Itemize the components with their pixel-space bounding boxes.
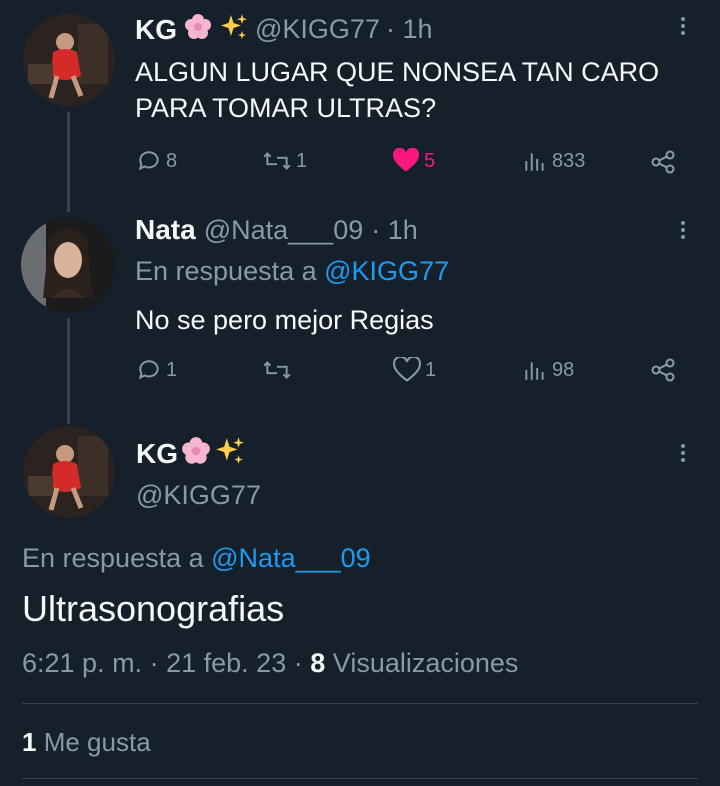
share-button[interactable]	[649, 356, 677, 384]
reply-to-link[interactable]: @KIGG77	[324, 256, 449, 286]
separator-dot: ·	[149, 648, 159, 678]
avatar-image	[23, 426, 115, 518]
reply-count: 8	[166, 149, 178, 172]
like-count: 1	[425, 358, 437, 381]
reply-icon	[138, 360, 159, 380]
reply-prefix: En respuesta a	[135, 256, 317, 286]
analytics-icon	[525, 153, 544, 171]
reply-button[interactable]: 1	[136, 357, 177, 383]
views-label: Visualizaciones	[332, 648, 519, 678]
avatar-kigg77[interactable]	[23, 426, 115, 518]
views-count: 8	[310, 648, 326, 678]
sparkles-emoji-icon	[214, 435, 246, 472]
share-icon	[651, 358, 675, 382]
like-button[interactable]: 1	[393, 357, 436, 383]
thread-line-2	[67, 318, 70, 424]
share-button[interactable]	[649, 148, 677, 176]
tweet-1-text: ALGUN LUGAR QUE NONSEA TAN CARO PARA TOM…	[135, 57, 660, 123]
likes-label: Me gusta	[43, 727, 151, 757]
like-button[interactable]: 5	[392, 148, 435, 174]
separator-dot: ·	[293, 648, 303, 678]
like-count: 5	[424, 149, 436, 172]
retweet-count: 1	[296, 149, 308, 172]
more-options-icon[interactable]	[680, 441, 686, 465]
retweet-button[interactable]	[262, 357, 296, 383]
avatar-nata[interactable]	[21, 218, 115, 312]
tweet-1-author-name[interactable]: KG	[135, 14, 177, 46]
avatar-kigg77[interactable]	[23, 14, 115, 106]
analytics-icon	[525, 362, 544, 380]
main-tweet-text: Ultrasonografias	[22, 588, 285, 629]
tweet-1-handle[interactable]: @KIGG77	[255, 14, 380, 45]
views-button[interactable]: 98	[522, 357, 574, 383]
thread-line-1	[67, 112, 70, 212]
likes-summary-link[interactable]: 1 Me gusta	[22, 727, 151, 758]
blossom-emoji-icon	[180, 435, 212, 472]
share-icon	[651, 150, 675, 174]
likes-count: 1	[22, 727, 37, 757]
views-count: 833	[552, 149, 586, 172]
views-count: 98	[552, 358, 575, 381]
tweet-1-time[interactable]: · 1h	[386, 14, 433, 45]
tweet-date[interactable]: 21 feb. 23	[166, 648, 286, 678]
heart-outline-icon	[393, 357, 421, 382]
main-author-name[interactable]: KG	[136, 438, 178, 470]
tweet-2-time[interactable]: · 1h	[371, 215, 418, 246]
sparkles-emoji-icon	[219, 12, 249, 47]
reply-button[interactable]: 8	[136, 148, 177, 174]
retweet-icon	[263, 361, 291, 379]
divider	[22, 703, 698, 704]
tweet-time[interactable]: 6:21 p. m.	[22, 648, 142, 678]
retweet-button[interactable]: 1	[262, 148, 307, 174]
reply-prefix: En respuesta a	[22, 543, 204, 573]
reply-count: 1	[166, 358, 178, 381]
reply-to-link[interactable]: @Nata___09	[211, 543, 371, 573]
retweet-icon	[263, 152, 291, 170]
more-options-icon[interactable]	[680, 14, 686, 38]
avatar-image	[23, 14, 115, 106]
tweet-2-text: No se pero mejor Regias	[135, 305, 434, 335]
main-handle[interactable]: @KIGG77	[136, 480, 261, 511]
heart-filled-icon	[393, 148, 419, 172]
tweet-2-author-name[interactable]: Nata	[135, 214, 196, 246]
tweet-2-handle[interactable]: @Nata___09	[204, 215, 364, 246]
divider	[22, 778, 698, 779]
reply-icon	[138, 151, 159, 171]
blossom-emoji-icon	[183, 12, 213, 47]
more-options-icon[interactable]	[680, 218, 686, 242]
views-button[interactable]: 833	[522, 148, 585, 174]
avatar-image	[21, 218, 115, 312]
